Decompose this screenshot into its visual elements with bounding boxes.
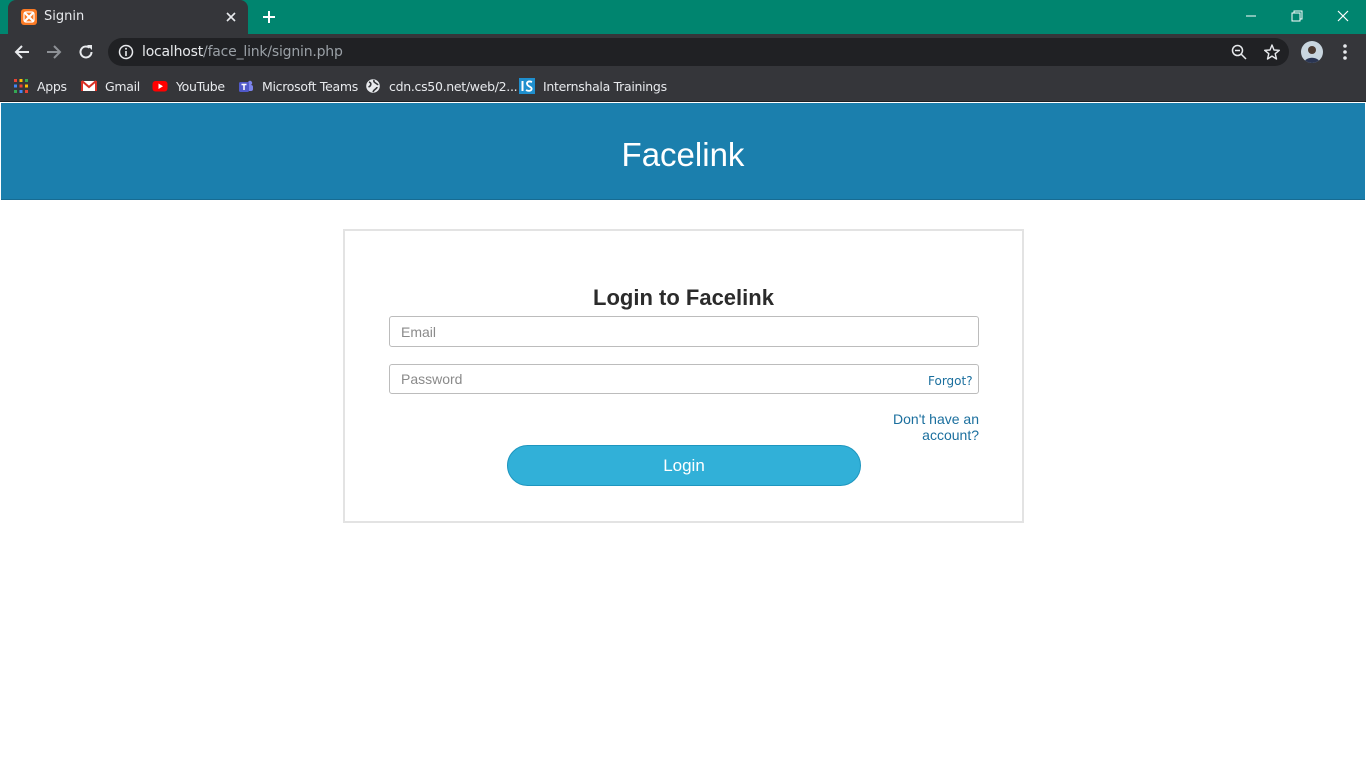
browser-menu-icon[interactable] [1336, 42, 1354, 62]
bookmark-label: Apps [37, 78, 67, 94]
internshala-icon [519, 78, 535, 94]
gmail-icon [81, 80, 97, 91]
login-heading: Login to Facelink [593, 285, 774, 310]
url-text: localhost/face_link/signin.php [142, 44, 343, 60]
password-input[interactable] [389, 364, 979, 394]
restore-icon[interactable] [1286, 5, 1308, 27]
globe-icon [366, 79, 380, 93]
minimize-icon[interactable] [1240, 5, 1262, 27]
bookmark-label: Microsoft Teams [262, 78, 358, 94]
brand-title: Facelink [621, 136, 745, 173]
profile-avatar[interactable] [1301, 41, 1323, 63]
forward-arrow-icon[interactable] [44, 42, 64, 62]
close-window-icon[interactable] [1332, 5, 1354, 27]
url-host: localhost [142, 44, 204, 60]
bookmark-internshala[interactable]: Internshala Trainings [519, 70, 667, 102]
bookmark-label: cdn.cs50.net/web/2... [389, 78, 518, 94]
zoom-icon[interactable] [1230, 43, 1248, 61]
bookmark-apps[interactable]: Apps [13, 70, 67, 102]
xampp-favicon-icon [21, 9, 37, 25]
browser-toolbar: localhost/face_link/signin.php [0, 34, 1366, 70]
login-card: Login to Facelink Forgot? Don't have an … [343, 229, 1024, 523]
bookmark-label: YouTube [176, 78, 225, 94]
bookmark-youtube[interactable]: YouTube [152, 70, 225, 102]
new-tab-icon[interactable] [260, 8, 278, 26]
site-header: Facelink [1, 103, 1365, 200]
bookmark-gmail[interactable]: Gmail [81, 70, 140, 102]
tab-close-icon[interactable] [223, 9, 239, 25]
teams-icon [239, 80, 253, 92]
tab-title: Signin [44, 9, 85, 24]
browser-title-bar: Signin [0, 0, 1366, 34]
email-input[interactable] [389, 316, 979, 347]
url-path: /face_link/signin.php [203, 44, 343, 60]
signup-link[interactable]: Don't have an account? [848, 411, 979, 443]
back-arrow-icon[interactable] [12, 42, 32, 62]
reload-icon[interactable] [76, 42, 96, 62]
bookmark-microsoft-teams[interactable]: Microsoft Teams [238, 70, 358, 102]
forgot-password-link[interactable]: Forgot? [928, 374, 973, 388]
youtube-icon [152, 81, 168, 92]
login-button[interactable]: Login [507, 445, 861, 486]
site-info-icon[interactable] [118, 44, 134, 60]
page-viewport: Facelink Login to Facelink Forgot? Don't… [0, 103, 1366, 768]
browser-tab[interactable]: Signin [8, 0, 248, 34]
bookmark-cdn-cs50[interactable]: cdn.cs50.net/web/2... [365, 70, 518, 102]
bookmark-label: Gmail [105, 78, 140, 94]
address-bar[interactable]: localhost/face_link/signin.php [108, 38, 1289, 66]
bookmarks-bar: Apps Gmail YouTube Microsoft Teams cdn.c… [0, 70, 1366, 102]
bookmark-label: Internshala Trainings [543, 78, 667, 94]
bookmark-star-icon[interactable] [1263, 43, 1281, 61]
apps-grid-icon [14, 79, 28, 93]
